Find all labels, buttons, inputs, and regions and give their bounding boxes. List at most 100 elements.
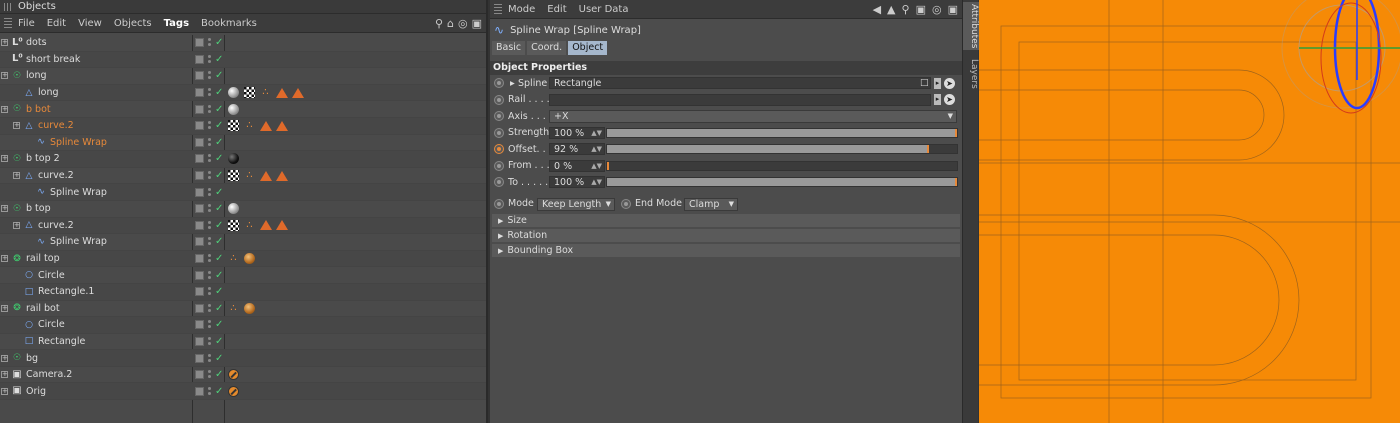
slider-value-field[interactable]: 0 % ▲▼ — [549, 159, 605, 172]
end-mode-dropdown[interactable]: Clamp ▼ — [684, 197, 738, 211]
object-name[interactable]: curve.2 — [38, 120, 74, 131]
object-row[interactable]: + ☉ b top ✓ — [0, 201, 486, 218]
object-name[interactable]: b top — [26, 203, 51, 214]
object-row[interactable]: □ Rectangle ✓ — [0, 334, 486, 351]
object-row[interactable]: ∿ Spline Wrap ✓ — [0, 135, 486, 152]
tri-tag-icon[interactable] — [260, 220, 272, 231]
visibility-dots-icon[interactable] — [208, 87, 212, 98]
check-tag-icon[interactable] — [244, 87, 255, 99]
viewport-canvas[interactable] — [979, 0, 1400, 423]
enabled-check-icon[interactable]: ✓ — [215, 353, 223, 364]
back-arrow-icon[interactable]: ◀ — [873, 3, 881, 16]
object-name[interactable]: b bot — [26, 104, 51, 115]
sphere-tag-icon[interactable] — [228, 87, 239, 99]
object-row[interactable]: L⁰ short break ✓ — [0, 51, 486, 69]
home-icon[interactable]: ⌂ — [447, 17, 454, 30]
check-tag-icon[interactable] — [228, 120, 239, 132]
object-name[interactable]: Orig — [26, 386, 46, 397]
visibility-dots-icon[interactable] — [208, 54, 212, 65]
new-panel-icon[interactable]: ▣ — [472, 17, 482, 30]
enabled-check-icon[interactable]: ✓ — [215, 120, 223, 131]
spline-link-field[interactable]: Rectangle — [549, 77, 931, 89]
object-name[interactable]: b top 2 — [26, 153, 60, 164]
anim-radio[interactable] — [494, 127, 504, 138]
tri-tag-icon[interactable] — [260, 120, 272, 131]
mode-dropdown[interactable]: Keep Length ▼ — [537, 197, 615, 211]
visibility-dots-icon[interactable] — [208, 70, 212, 81]
menu-edit[interactable]: Edit — [47, 18, 66, 29]
visibility-dots-icon[interactable] — [208, 203, 212, 214]
menu-view[interactable]: View — [78, 18, 102, 29]
new-panel-icon[interactable]: ▣ — [948, 3, 958, 16]
orbs-tag-icon[interactable] — [244, 253, 255, 265]
slider-value-field[interactable]: 100 % ▲▼ — [549, 126, 605, 139]
menu-bookmarks[interactable]: Bookmarks — [201, 18, 257, 29]
enabled-check-icon[interactable]: ✓ — [215, 236, 223, 247]
object-row[interactable]: + △ curve.2 ✓ ∴ — [0, 117, 486, 135]
object-name[interactable]: Rectangle.1 — [38, 286, 94, 297]
object-name[interactable]: curve.2 — [38, 220, 74, 231]
anim-radio[interactable] — [494, 160, 504, 171]
layer-icon[interactable] — [195, 187, 204, 197]
tab-coord[interactable]: Coord. — [527, 41, 567, 55]
tri-tag-icon[interactable] — [276, 87, 288, 98]
enabled-check-icon[interactable]: ✓ — [215, 153, 223, 164]
enabled-check-icon[interactable]: ✓ — [215, 303, 223, 314]
3d-viewport[interactable] — [979, 0, 1400, 423]
enabled-check-icon[interactable]: ✓ — [215, 253, 223, 264]
tab-basic[interactable]: Basic — [492, 41, 526, 55]
layer-icon[interactable] — [195, 154, 204, 164]
object-row[interactable]: + ☉ long ✓ — [0, 68, 486, 85]
expand-toggle-icon[interactable]: + — [1, 39, 8, 47]
object-name[interactable]: Circle — [38, 319, 65, 330]
expand-arrow-icon[interactable]: ▸ — [510, 78, 515, 89]
expand-toggle-icon[interactable]: + — [1, 155, 8, 163]
object-row[interactable]: ○ Circle ✓ — [0, 267, 486, 284]
orangedots-tag-icon[interactable]: ∴ — [244, 170, 255, 181]
tab-object[interactable]: Object — [568, 41, 608, 55]
up-arrow-icon[interactable]: ▲ — [887, 3, 895, 16]
spinner-icon[interactable]: ▲▼ — [591, 177, 602, 188]
layer-icon[interactable] — [195, 237, 204, 247]
enabled-check-icon[interactable]: ✓ — [215, 54, 223, 65]
orangedots-tag-icon[interactable]: ∴ — [244, 120, 255, 131]
menu-mode[interactable]: Mode — [508, 4, 535, 15]
menu-file[interactable]: File — [18, 18, 35, 29]
menu-grip-icon[interactable] — [494, 4, 502, 14]
layer-icon[interactable] — [195, 303, 204, 313]
enabled-check-icon[interactable]: ✓ — [215, 187, 223, 198]
object-row[interactable]: + L⁰ dots ✓ — [0, 35, 486, 52]
object-name[interactable]: Spline Wrap — [50, 187, 107, 198]
spinner-icon[interactable]: ▲▼ — [591, 161, 602, 172]
expand-toggle-icon[interactable]: + — [1, 354, 8, 362]
spinner-icon[interactable]: ▲▼ — [591, 128, 602, 139]
tri-tag-icon[interactable] — [276, 120, 288, 131]
layer-icon[interactable] — [195, 71, 204, 81]
target-icon[interactable]: ◎ — [932, 3, 942, 16]
visibility-dots-icon[interactable] — [208, 220, 212, 231]
visibility-dots-icon[interactable] — [208, 303, 212, 314]
group-size[interactable]: ▶ Size — [492, 214, 960, 227]
enabled-check-icon[interactable]: ✓ — [215, 87, 223, 98]
orangedots-tag-icon[interactable]: ∴ — [244, 220, 255, 231]
object-name[interactable]: bg — [26, 353, 38, 364]
layer-icon[interactable] — [195, 104, 204, 114]
visibility-dots-icon[interactable] — [208, 37, 212, 48]
sphere-tag-icon[interactable] — [228, 203, 239, 215]
anim-radio[interactable] — [494, 177, 504, 188]
panel-grip-icon[interactable] — [4, 2, 12, 11]
object-row[interactable]: △ long ✓ ∴ — [0, 84, 486, 102]
slider-value-field[interactable]: 92 % ▲▼ — [549, 143, 605, 155]
visibility-dots-icon[interactable] — [208, 270, 212, 281]
layer-icon[interactable] — [195, 287, 204, 297]
rail-link-field[interactable] — [549, 93, 931, 106]
check-tag-icon[interactable] — [228, 170, 239, 182]
object-name[interactable]: curve.2 — [38, 170, 74, 181]
axis-dropdown[interactable]: +X ▼ — [549, 110, 957, 123]
visibility-dots-icon[interactable] — [208, 369, 212, 380]
menu-edit[interactable]: Edit — [547, 4, 566, 15]
visibility-dots-icon[interactable] — [208, 104, 212, 115]
tab-attributes[interactable]: Attributes — [963, 2, 979, 50]
menu-grip-icon[interactable] — [4, 18, 12, 28]
object-row[interactable]: ∿ Spline Wrap ✓ — [0, 184, 486, 201]
